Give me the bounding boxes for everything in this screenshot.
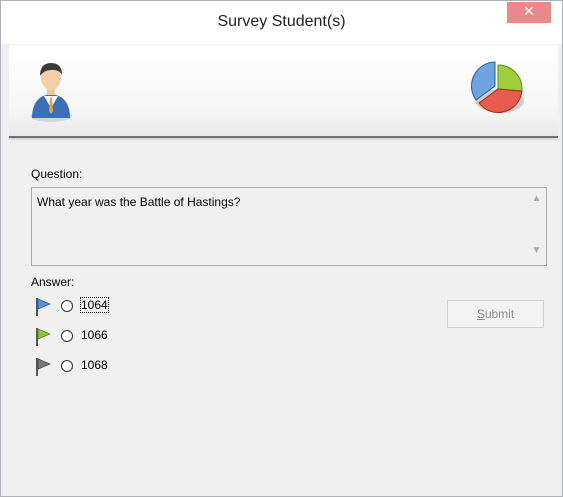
option-label-1064[interactable]: 1064 [80, 297, 109, 313]
option-label-1066[interactable]: 1066 [81, 328, 108, 342]
green-flag-icon [36, 328, 52, 346]
submit-button[interactable]: Submit [447, 300, 544, 328]
survey-dialog: Survey Student(s) ✕ Question: What year … [0, 0, 563, 497]
title-bar[interactable]: Survey Student(s) ✕ [1, 1, 562, 44]
submit-mnemonic: S [476, 307, 485, 321]
option-label-1068[interactable]: 1068 [81, 358, 108, 372]
scroll-down-arrow-icon[interactable]: ▼ [528, 245, 545, 259]
window-title: Survey Student(s) [217, 13, 346, 30]
close-icon: ✕ [523, 4, 535, 20]
answer-label: Answer: [31, 275, 75, 289]
banner-divider [9, 138, 558, 141]
blue-flag-icon [36, 298, 52, 316]
question-text: What year was the Battle of Hastings? [37, 195, 241, 209]
close-button[interactable]: ✕ [507, 2, 551, 23]
submit-label-rest: ubmit [484, 307, 515, 321]
radio-1066[interactable] [61, 330, 73, 342]
student-avatar-icon [30, 63, 72, 122]
pie-chart-icon [471, 61, 524, 113]
gray-flag-icon [36, 358, 52, 376]
question-textbox[interactable]: What year was the Battle of Hastings? ▲ … [31, 187, 547, 266]
question-scrollbar[interactable]: ▲ ▼ [528, 189, 545, 264]
radio-1064[interactable] [61, 300, 73, 312]
scroll-up-arrow-icon[interactable]: ▲ [528, 193, 545, 207]
radio-1068[interactable] [61, 360, 73, 372]
question-label: Question: [31, 167, 83, 181]
